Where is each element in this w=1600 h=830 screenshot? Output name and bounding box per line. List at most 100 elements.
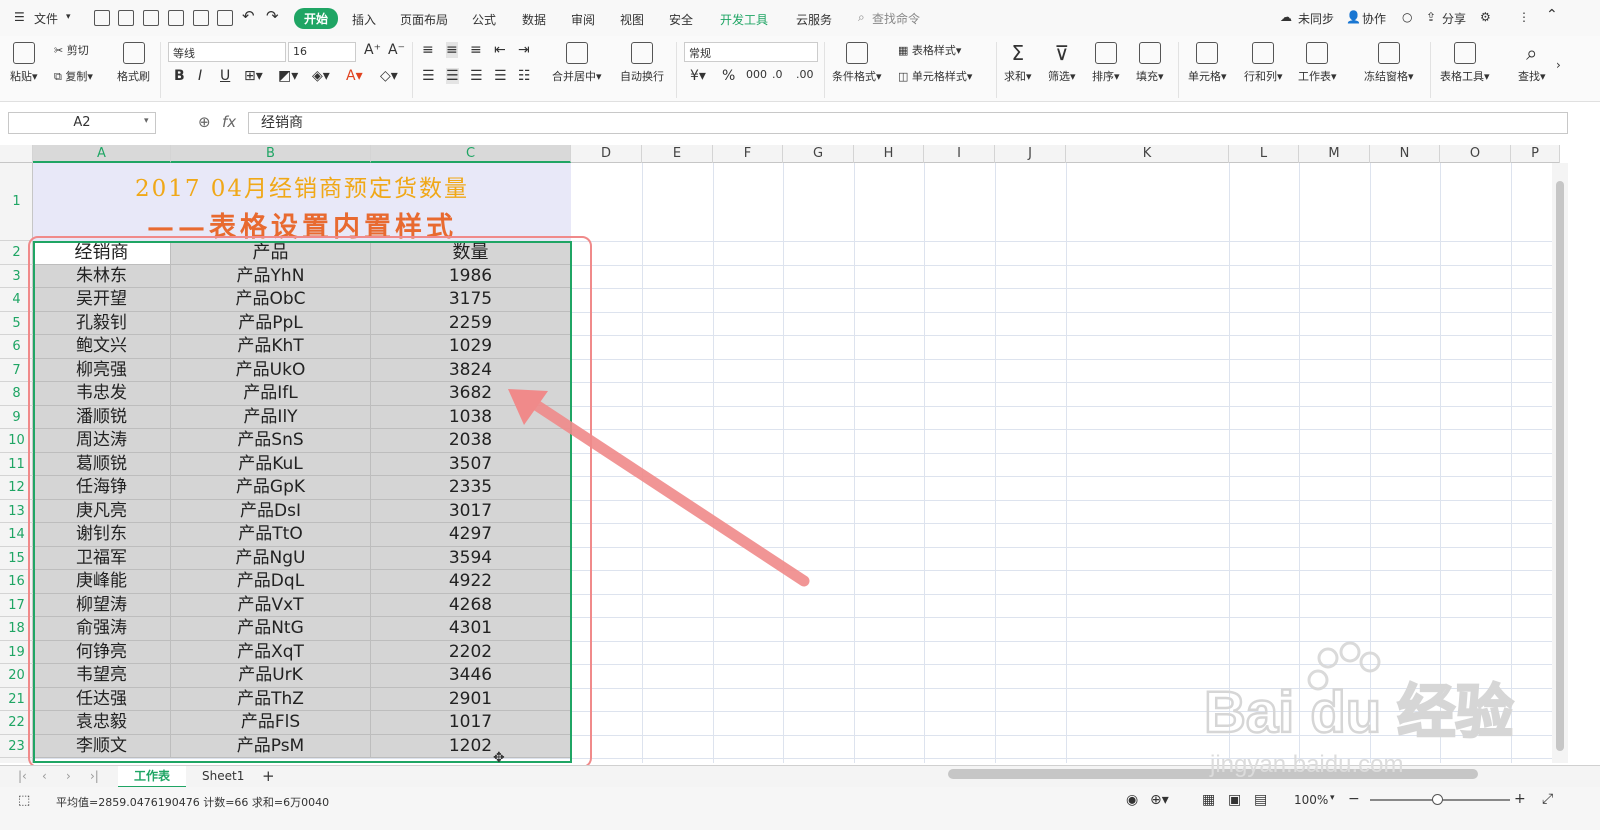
vertical-scrollbar[interactable] <box>1552 163 1568 763</box>
conditional-format-button[interactable]: 条件格式▾ <box>832 42 882 84</box>
number-format-select[interactable]: 常规 <box>684 42 818 62</box>
settings-icon[interactable]: ⚙ <box>1480 10 1491 24</box>
copy-button[interactable]: ⧉ 复制▾ <box>54 68 93 84</box>
paste-button[interactable]: 粘贴▾ <box>10 42 38 84</box>
align-middle-icon[interactable]: ≡ <box>446 42 458 58</box>
justify-icon[interactable]: ☰ <box>494 68 507 84</box>
tab-developer[interactable]: 开发工具 <box>720 11 768 28</box>
font-grow-icon[interactable]: A⁺ <box>364 42 381 58</box>
font-size-select[interactable]: 16 <box>288 42 356 62</box>
row-col-button[interactable]: 行和列▾ <box>1244 42 1283 84</box>
print-icon[interactable] <box>193 10 209 26</box>
increase-decimal-icon[interactable]: .0 <box>772 68 783 81</box>
percent-icon[interactable]: % <box>722 68 735 84</box>
column-header[interactable]: A <box>33 145 171 163</box>
fill-color-icon[interactable]: ◈▾ <box>312 68 330 84</box>
column-header[interactable]: N <box>1370 145 1440 163</box>
cell-style-button[interactable]: ◫ 单元格样式▾ <box>898 68 972 84</box>
column-header[interactable]: F <box>713 145 783 163</box>
file-menu[interactable]: 文件 <box>34 10 58 27</box>
tab-cloud[interactable]: 云服务 <box>796 11 832 28</box>
zoom-formula-icon[interactable]: ⊕ <box>198 113 211 131</box>
column-header[interactable]: B <box>171 145 371 163</box>
sum-button[interactable]: Σ 求和▾ <box>1004 42 1032 84</box>
normal-view-icon[interactable]: ▦ <box>1202 792 1215 808</box>
align-left-icon[interactable]: ☰ <box>422 68 435 84</box>
column-header[interactable]: P <box>1511 145 1560 163</box>
fullscreen-icon[interactable]: ⤢ <box>1542 791 1553 807</box>
column-header[interactable]: H <box>854 145 924 163</box>
tab-security[interactable]: 安全 <box>669 11 693 28</box>
hamburger-icon[interactable]: ☰ <box>14 10 25 24</box>
sort-button[interactable]: 排序▾ <box>1092 42 1120 84</box>
currency-icon[interactable]: ¥▾ <box>690 68 706 84</box>
fill-button[interactable]: 填充▾ <box>1136 42 1164 84</box>
ribbon-scroll-right-icon[interactable]: › <box>1556 58 1561 72</box>
title-cell[interactable]: 2017 04月经销商预定货数量 ——表格设置内置样式 <box>33 163 571 243</box>
thousands-icon[interactable]: 000 <box>746 68 767 81</box>
collapse-icon[interactable]: ⌃ <box>1546 7 1558 23</box>
macro-icon[interactable]: ⬚ <box>18 793 30 808</box>
font-color-icon[interactable]: A▾ <box>346 68 363 84</box>
bold-icon[interactable]: B <box>174 68 185 84</box>
align-top-icon[interactable]: ≡ <box>422 42 434 58</box>
undo-icon[interactable]: ↶ <box>242 7 255 25</box>
zoom-dropdown-icon[interactable]: ▾ <box>1330 793 1335 803</box>
zoom-level[interactable]: 100% <box>1294 793 1328 807</box>
column-header[interactable]: D <box>571 145 642 163</box>
name-box[interactable]: A2 <box>8 112 156 134</box>
page-break-view-icon[interactable]: ▤ <box>1254 792 1267 808</box>
redo-icon[interactable]: ↷ <box>266 7 279 25</box>
formula-input[interactable]: 经销商 <box>248 112 1568 134</box>
indent-decrease-icon[interactable]: ⇤ <box>494 42 506 58</box>
border-icon[interactable]: ⊞▾ <box>244 68 263 84</box>
column-header[interactable]: J <box>995 145 1066 163</box>
export-icon[interactable] <box>143 10 159 26</box>
font-shrink-icon[interactable]: A⁻ <box>388 42 405 58</box>
select-all-corner[interactable] <box>0 145 33 163</box>
distribute-icon[interactable]: ☷ <box>518 68 531 84</box>
row-header[interactable]: 1 <box>0 163 33 241</box>
page-layout-view-icon[interactable]: ▣ <box>1228 792 1241 808</box>
sync-status[interactable]: 未同步 <box>1298 10 1334 27</box>
font-name-select[interactable]: 等线 <box>168 42 286 62</box>
format-painter-button[interactable]: 格式刷 <box>117 42 150 84</box>
tab-review[interactable]: 审阅 <box>571 11 595 28</box>
share-icon[interactable]: ⇪ <box>1426 10 1436 24</box>
sheet-tab-active[interactable]: 工作表 <box>118 766 187 788</box>
last-sheet-icon[interactable]: ›| <box>80 766 109 788</box>
decrease-decimal-icon[interactable]: .00 <box>796 68 814 81</box>
tab-insert[interactable]: 插入 <box>352 11 376 28</box>
input-method-icon[interactable]: ⊕▾ <box>1150 792 1169 808</box>
fx-icon[interactable]: fx <box>222 113 236 131</box>
column-header[interactable]: M <box>1299 145 1370 163</box>
tab-data[interactable]: 数据 <box>522 11 546 28</box>
freeze-panes-button[interactable]: 冻结窗格▾ <box>1364 42 1414 84</box>
column-header[interactable]: I <box>924 145 995 163</box>
column-header[interactable]: K <box>1066 145 1229 163</box>
comment-icon[interactable]: ○ <box>1402 10 1412 24</box>
save-icon[interactable] <box>118 10 134 26</box>
print-preview-icon[interactable] <box>168 10 184 26</box>
column-header[interactable]: O <box>1440 145 1511 163</box>
cell-fill-icon[interactable]: ◩▾ <box>278 68 298 84</box>
cut-button[interactable]: ✂ 剪切 <box>54 42 89 58</box>
column-header[interactable]: G <box>783 145 854 163</box>
prev-sheet-icon[interactable]: ‹ <box>32 766 57 788</box>
table-tools-button[interactable]: 表格工具▾ <box>1440 42 1490 84</box>
eye-icon[interactable]: ◉ <box>1126 792 1138 808</box>
column-header[interactable]: E <box>642 145 713 163</box>
add-sheet-icon[interactable]: + <box>252 766 285 788</box>
filter-button[interactable]: ⊽ 筛选▾ <box>1048 42 1076 84</box>
collab-icon[interactable]: 👤 <box>1346 10 1361 24</box>
clear-icon[interactable]: ◇▾ <box>380 68 398 84</box>
column-header[interactable]: L <box>1229 145 1299 163</box>
next-sheet-icon[interactable]: › <box>56 766 81 788</box>
search-command[interactable]: 查找命令 <box>872 10 920 27</box>
zoom-slider-thumb[interactable] <box>1432 794 1443 805</box>
tab-formula[interactable]: 公式 <box>472 11 496 28</box>
find-button[interactable]: ⌕ 查找▾ <box>1518 42 1546 84</box>
tab-home[interactable]: 开始 <box>294 8 339 29</box>
new-doc-icon[interactable] <box>94 10 110 26</box>
zoom-in-icon[interactable]: + <box>1514 791 1526 807</box>
